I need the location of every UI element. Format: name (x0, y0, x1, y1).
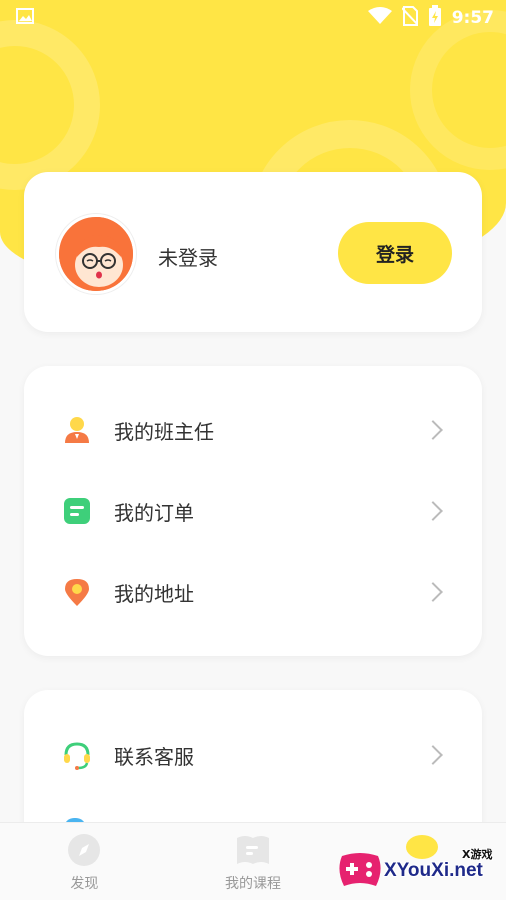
menu-item-orders[interactable]: 我的订单 (24, 481, 482, 541)
profile-card: 未登录 登录 (24, 172, 482, 332)
login-button[interactable]: 登录 (338, 222, 452, 284)
wifi-icon (367, 7, 392, 29)
tab-label: 我的课程 (225, 876, 281, 892)
chevron-right-icon (423, 582, 443, 602)
battery-charging-icon (428, 5, 442, 31)
status-bar: 9:57 (0, 0, 506, 36)
chevron-right-icon (423, 745, 443, 765)
decor-ring (0, 20, 100, 190)
avatar[interactable] (56, 214, 136, 294)
tab-discover[interactable]: 发现 (0, 823, 169, 900)
menu-item-label: 我的订单 (114, 500, 194, 525)
avatar-face-icon (59, 217, 133, 291)
menu-group-primary: 我的班主任 我的订单 我的地址 (24, 366, 482, 656)
gamepad-logo-icon (339, 853, 381, 886)
menu-item-address[interactable]: 我的地址 (24, 562, 482, 622)
chevron-right-icon (423, 420, 443, 440)
tab-label: 发现 (70, 876, 99, 892)
status-time: 9:57 (451, 8, 494, 28)
menu-item-label: 我的地址 (114, 581, 194, 606)
no-sim-icon (400, 6, 419, 30)
menu-item-label: 联系客服 (114, 744, 194, 769)
watermark-text: XYouXi.net (384, 860, 483, 881)
login-status-text: 未登录 (158, 246, 218, 270)
menu-item-class-teacher[interactable]: 我的班主任 (24, 400, 482, 460)
site-watermark: X游戏 XYouXi.net (336, 838, 506, 900)
gallery-notification-icon (16, 8, 34, 28)
menu-item-label: 我的班主任 (114, 419, 214, 444)
chevron-right-icon (423, 501, 443, 521)
location-icon (62, 577, 92, 607)
compass-icon (66, 833, 102, 867)
tab-my-courses[interactable]: 我的课程 (169, 823, 338, 900)
order-icon (62, 496, 92, 526)
menu-item-customer-service[interactable]: 联系客服 (24, 725, 482, 785)
teacher-icon (62, 415, 92, 445)
headset-icon (62, 740, 92, 770)
book-icon (235, 833, 271, 867)
